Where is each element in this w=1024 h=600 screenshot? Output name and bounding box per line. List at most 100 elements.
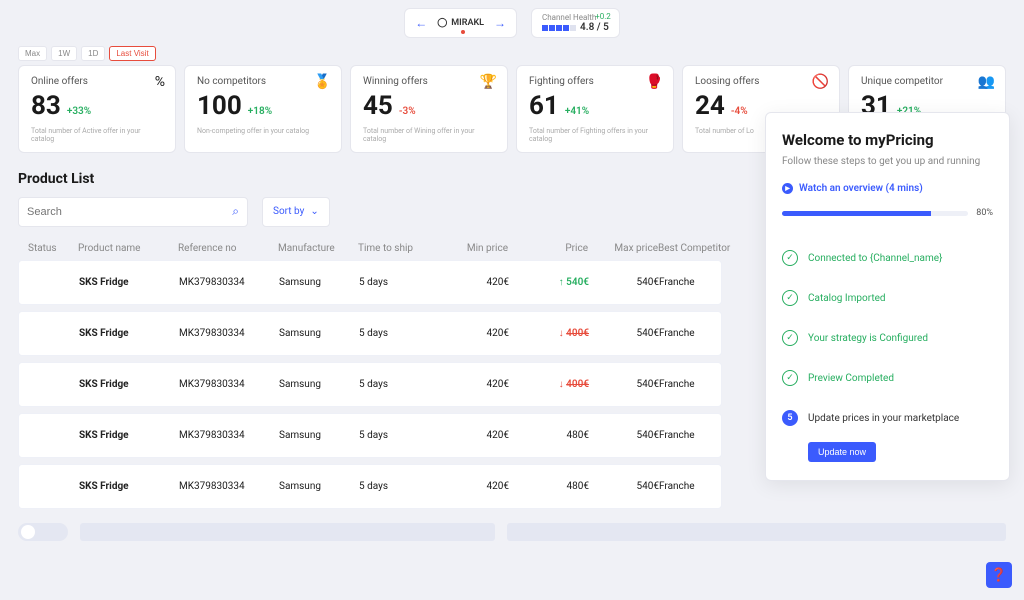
cell-ship: 5 days	[359, 481, 439, 492]
stat-description: Total number of Active offer in your cat…	[31, 127, 163, 144]
stat-description: Total number of Wining offer in your cat…	[363, 127, 495, 144]
stat-description: Total number of Fighting offers in your …	[529, 127, 661, 144]
channel-logo-icon: ◯	[437, 18, 447, 28]
arrow-down-icon: ↓	[559, 328, 564, 339]
sort-button[interactable]: Sort by ⌄	[262, 197, 330, 227]
search-input[interactable]	[27, 206, 232, 218]
no-entry-icon: 🚫	[812, 74, 829, 90]
progress-fill	[782, 211, 931, 216]
check-icon: ✓	[782, 370, 798, 386]
step-label: Catalog Imported	[808, 293, 886, 304]
cell-ship: 5 days	[359, 379, 439, 390]
cell-price: 480€	[509, 430, 589, 441]
skeleton-bar	[507, 523, 1006, 541]
channel-badge: ◯ MIRAKL	[437, 18, 484, 28]
cell-max-price: 540€	[589, 328, 659, 339]
cell-reference: MK379830334	[179, 481, 279, 492]
cell-competitor: Franche	[659, 379, 749, 390]
onboard-step-done: ✓Preview Completed	[782, 358, 993, 398]
col-manufacture[interactable]: Manufacture	[278, 243, 358, 254]
col-time-to-ship[interactable]: Time to ship	[358, 243, 438, 254]
channel-selector[interactable]: ← ◯ MIRAKL →	[404, 8, 517, 38]
cell-reference: MK379830334	[179, 277, 279, 288]
search-field[interactable]: ⌕	[18, 197, 248, 227]
time-filter-last-visit[interactable]: Last Visit	[109, 46, 155, 61]
cell-product-name: SKS Fridge	[79, 430, 179, 441]
prev-channel-icon[interactable]: ←	[415, 16, 427, 30]
health-bars-icon	[542, 25, 576, 31]
stat-title: Loosing offers	[695, 76, 827, 87]
step-label: Connected to {Channel_name}	[808, 253, 942, 264]
cell-reference: MK379830334	[179, 328, 279, 339]
cell-min-price: 420€	[439, 328, 509, 339]
col-max-price[interactable]: Max price	[588, 243, 658, 254]
cell-product-name: SKS Fridge	[79, 379, 179, 390]
step-label: Your strategy is Configured	[808, 333, 928, 344]
table-row[interactable]: SKS Fridge MK379830334 Samsung 5 days 42…	[18, 260, 722, 305]
col-best-competitor[interactable]: Best Competitor	[658, 243, 748, 254]
boxing-icon: 🥊	[646, 74, 663, 90]
cell-reference: MK379830334	[179, 379, 279, 390]
stat-title: Winning offers	[363, 76, 495, 87]
cell-min-price: 420€	[439, 430, 509, 441]
cell-min-price: 420€	[439, 481, 509, 492]
table-row[interactable]: SKS Fridge MK379830334 Samsung 5 days 42…	[18, 311, 722, 356]
time-filter-max[interactable]: Max	[18, 46, 47, 61]
percent-badge-icon: %	[155, 74, 165, 90]
col-reference-no[interactable]: Reference no	[178, 243, 278, 254]
table-row[interactable]: SKS Fridge MK379830334 Samsung 5 days 42…	[18, 362, 722, 407]
table-row[interactable]: SKS Fridge MK379830334 Samsung 5 days 42…	[18, 464, 722, 509]
progress-percent: 80%	[976, 208, 993, 218]
stat-delta: -3%	[399, 106, 416, 117]
stat-value: 83	[31, 91, 61, 121]
cell-product-name: SKS Fridge	[79, 277, 179, 288]
check-icon: ✓	[782, 330, 798, 346]
stat-title: Unique competitor	[861, 76, 993, 87]
cell-reference: MK379830334	[179, 430, 279, 441]
stat-card-no-competitors[interactable]: No competitors 🏅 100 +18% Non-competing …	[184, 65, 342, 153]
col-price[interactable]: Price	[508, 243, 588, 254]
cell-competitor: Franche	[659, 481, 749, 492]
onboard-step-done: ✓ Catalog Imported	[782, 278, 993, 318]
col-product-name[interactable]: Product name	[78, 243, 178, 254]
stat-value: 24	[695, 91, 725, 121]
health-delta: +0.2	[595, 12, 611, 21]
table-row[interactable]: SKS Fridge MK379830334 Samsung 5 days 42…	[18, 413, 722, 458]
pagination-skeleton	[0, 515, 1024, 549]
next-channel-icon[interactable]: →	[494, 16, 506, 30]
table-toggle[interactable]	[18, 523, 68, 541]
stat-delta: +33%	[67, 106, 91, 117]
cell-competitor: Franche	[659, 277, 749, 288]
check-icon: ✓	[782, 290, 798, 306]
watch-overview-link[interactable]: ▶ Watch an overview (4 mins)	[782, 183, 993, 194]
cell-min-price: 420€	[439, 277, 509, 288]
play-icon: ▶	[782, 183, 793, 194]
stat-card-online-offers[interactable]: Online offers % 83 +33% Total number of …	[18, 65, 176, 153]
stat-card-winning-offers[interactable]: Winning offers 🏆 45 -3% Total number of …	[350, 65, 508, 153]
cell-competitor: Franche	[659, 328, 749, 339]
step-number-badge: 5	[782, 410, 798, 426]
arrow-down-icon: ↓	[559, 379, 564, 390]
product-table: StatusProduct nameReference noManufactur…	[0, 237, 740, 509]
cell-product-name: SKS Fridge	[79, 328, 179, 339]
stat-delta: -4%	[731, 106, 748, 117]
col-min-price[interactable]: Min price	[438, 243, 508, 254]
channel-indicator-dot	[461, 30, 465, 34]
onboard-subtitle: Follow these steps to get you up and run…	[782, 155, 993, 169]
search-icon[interactable]: ⌕	[232, 204, 239, 219]
cell-price: ↓ 400€	[509, 379, 589, 390]
help-button[interactable]: ❓	[986, 562, 1012, 588]
stat-value: 61	[529, 91, 559, 121]
check-icon: ✓	[782, 250, 798, 266]
cell-min-price: 420€	[439, 379, 509, 390]
time-filter-1d[interactable]: 1D	[81, 46, 105, 61]
stat-card-fighting-offers[interactable]: Fighting offers 🥊 61 +41% Total number o…	[516, 65, 674, 153]
cell-price: ↑ 540€	[509, 277, 589, 288]
col-status[interactable]: Status	[28, 243, 78, 254]
update-now-button[interactable]: Update now	[808, 442, 876, 462]
time-filter-1w[interactable]: 1W	[51, 46, 77, 61]
cell-price: 480€	[509, 481, 589, 492]
onboard-step-pending: 5 Update prices in your marketplace	[782, 398, 993, 438]
cell-ship: 5 days	[359, 277, 439, 288]
group-icon: 👥	[978, 74, 995, 90]
